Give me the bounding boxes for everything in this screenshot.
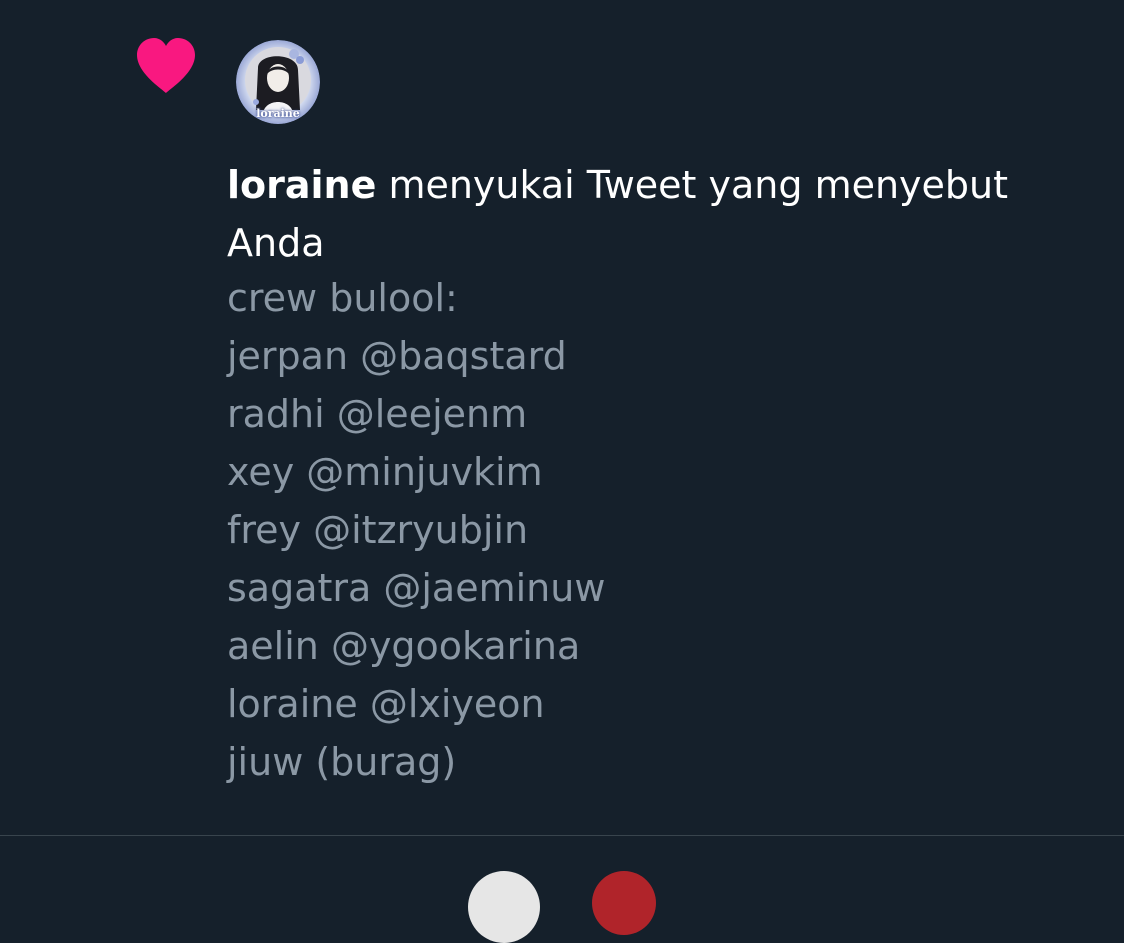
tweet-preview[interactable]: crew bulool: jerpan @baqstard radhi @leeje…: [227, 269, 1047, 791]
notification-headline: loraine menyukai Tweet yang menyebut And…: [227, 156, 1047, 272]
like-notification[interactable]: loraine loraine menyukai Tweet yang meny…: [0, 0, 1124, 836]
heart-icon: [137, 38, 195, 93]
avatar-label: loraine: [256, 107, 300, 120]
tweet-line: jiuw (burag): [227, 740, 457, 784]
tweet-line: frey @itzryubjin: [227, 508, 529, 552]
user-name-link[interactable]: loraine: [227, 163, 376, 207]
next-notification-avatar[interactable]: [592, 871, 656, 935]
tweet-line: radhi @leejenm: [227, 392, 528, 436]
tweet-line: xey @minjuvkim: [227, 450, 543, 494]
avatar[interactable]: loraine: [236, 40, 320, 124]
tweet-line: crew bulool:: [227, 276, 458, 320]
tweet-line: jerpan @baqstard: [227, 334, 567, 378]
tweet-line: aelin @ygookarina: [227, 624, 581, 668]
divider: [0, 835, 1124, 836]
tweet-line: loraine @lxiyeon: [227, 682, 545, 726]
next-notification-avatar[interactable]: [468, 871, 540, 943]
tweet-line: sagatra @jaeminuw: [227, 566, 606, 610]
